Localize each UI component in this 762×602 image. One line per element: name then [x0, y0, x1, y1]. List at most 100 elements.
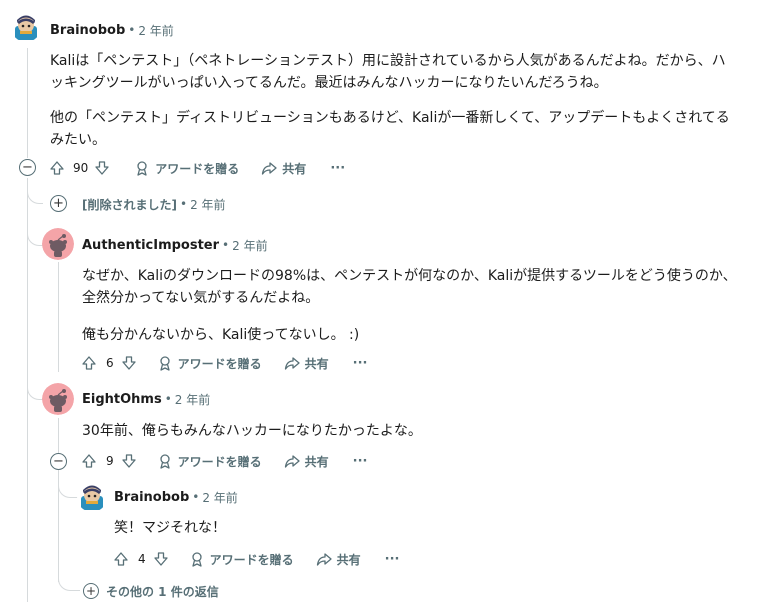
share-label: 共有 [304, 356, 329, 371]
more-options-button[interactable]: ··· [385, 552, 400, 567]
more-options-button[interactable]: ··· [330, 161, 345, 176]
comment-actions: 90 アワードを贈る 共有 ··· [49, 156, 345, 180]
vote-count: 4 [138, 552, 146, 566]
timestamp[interactable]: 2 年前 [190, 196, 225, 213]
award-label: アワードを贈る [155, 161, 240, 176]
share-icon [316, 553, 332, 566]
share-button[interactable]: 共有 [284, 355, 329, 372]
downvote-button[interactable] [121, 453, 137, 469]
comment-paragraph: 30年前、俺らもみんなハッカーになりたかったよな。 [82, 423, 422, 439]
comment-body: 笑！マジそれな！ [114, 517, 734, 539]
comment-paragraph: なぜか、Kaliのダウンロードの98%は、ペンテストが何なのか、Kaliが提供す… [82, 268, 737, 306]
share-icon [262, 162, 277, 175]
award-label: アワードを贈る [177, 356, 262, 371]
comment-body: Kaliは「ペンテスト」（ペネトレーションテスト）用に設計されているから人気があ… [50, 50, 730, 151]
comment-actions: 6 アワードを贈る 共有 ··· [81, 351, 368, 375]
share-icon [284, 357, 300, 370]
avatar-image [77, 482, 107, 512]
avatar[interactable] [42, 228, 74, 260]
comment-paragraph: 笑！マジそれな！ [114, 520, 226, 536]
username[interactable]: EightOhms [82, 392, 162, 407]
separator-dot: • [192, 490, 200, 504]
more-icon: ··· [384, 551, 400, 567]
timestamp[interactable]: 2 年前 [138, 22, 173, 39]
comment-body: 30年前、俺らもみんなハッカーになりたかったよな。 [82, 420, 742, 442]
comment-paragraph: 俺も分かんないから、Kali使ってないし。 :) [82, 327, 360, 343]
award-button[interactable]: アワードを贈る [134, 160, 239, 177]
username[interactable]: Brainobob [114, 490, 189, 505]
thread-curve [27, 222, 43, 246]
arrow-down-icon [121, 356, 136, 370]
upvote-button[interactable] [113, 551, 129, 567]
comment-header: Brainobob • 2 年前 [50, 21, 174, 39]
comment-actions: 9 アワードを贈る 共有 ··· [81, 449, 368, 473]
avatar[interactable] [42, 383, 74, 415]
more-icon: ··· [352, 355, 368, 371]
thread-curve [27, 378, 43, 400]
arrow-down-icon [95, 161, 109, 175]
more-icon: ··· [330, 160, 346, 176]
separator-dot: • [179, 197, 188, 211]
more-options-button[interactable]: ··· [353, 454, 368, 469]
deleted-label: [削除されました] [82, 197, 177, 212]
award-button[interactable]: アワードを贈る [157, 355, 262, 372]
avatar-image [11, 12, 41, 42]
username[interactable]: Brainobob [50, 23, 125, 38]
minus-circle-icon: − [53, 454, 64, 469]
comment-header: EightOhms • 2 年前 [82, 390, 210, 408]
comment-paragraph: 他の「ペンテスト」ディストリビューションもあるけど、Kaliが一番新しくて、アッ… [50, 110, 730, 148]
comment-paragraph: Kaliは「ペンテスト」（ペネトレーションテスト）用に設計されているから人気があ… [50, 53, 726, 91]
thread-line-root[interactable] [27, 48, 28, 158]
vote-count: 9 [106, 454, 114, 468]
downvote-button[interactable] [153, 551, 169, 567]
separator-dot: • [222, 238, 230, 252]
share-label: 共有 [304, 454, 329, 469]
thread-line-eightohms[interactable] [58, 418, 59, 454]
avatar[interactable] [77, 482, 107, 512]
share-button[interactable]: 共有 [261, 160, 306, 177]
avatar[interactable] [11, 12, 41, 42]
expand-button[interactable]: + [50, 195, 67, 212]
share-button[interactable]: 共有 [316, 551, 361, 568]
username[interactable]: AuthenticImposter [82, 238, 219, 253]
timestamp[interactable]: 2 年前 [175, 391, 210, 408]
award-button[interactable]: アワードを贈る [157, 453, 262, 470]
comment-body: なぜか、Kaliのダウンロードの98%は、ペンテストが何なのか、Kaliが提供す… [82, 265, 742, 346]
more-options-button[interactable]: ··· [353, 356, 368, 371]
award-icon [159, 356, 170, 371]
award-label: アワードを贈る [177, 454, 262, 469]
more-replies-link[interactable]: + その他の 1 件の返信 [83, 582, 219, 600]
share-label: 共有 [282, 161, 307, 176]
vote-count: 90 [73, 161, 89, 175]
downvote-button[interactable] [121, 355, 137, 371]
comment-actions: 4 アワードを贈る 共有 ··· [113, 547, 400, 571]
award-label: アワードを贈る [209, 552, 294, 567]
share-button[interactable]: 共有 [284, 453, 329, 470]
thread-curve [58, 474, 78, 498]
snoo-avatar-icon [42, 228, 74, 260]
minus-circle-icon: − [22, 160, 33, 175]
collapse-button[interactable]: − [50, 453, 67, 470]
arrow-up-icon [82, 454, 96, 468]
thread-curve [58, 574, 80, 591]
timestamp[interactable]: 2 年前 [202, 489, 237, 506]
upvote-button[interactable] [81, 355, 97, 371]
arrow-up-icon [50, 161, 64, 175]
downvote-button[interactable] [94, 160, 110, 176]
separator-dot: • [164, 392, 172, 406]
thread-curve [27, 184, 43, 204]
upvote-button[interactable] [81, 453, 97, 469]
collapse-button[interactable]: − [19, 159, 36, 176]
more-icon: ··· [352, 453, 368, 469]
timestamp[interactable]: 2 年前 [232, 237, 267, 254]
comment-header: Brainobob • 2 年前 [114, 488, 238, 506]
upvote-button[interactable] [49, 160, 65, 176]
more-replies-label: その他の 1 件の返信 [106, 584, 219, 599]
award-icon [159, 454, 170, 469]
arrow-up-icon [114, 552, 128, 566]
thread-line-authentic[interactable] [58, 262, 59, 372]
deleted-comment-header: [削除されました] • 2 年前 [82, 195, 226, 213]
award-button[interactable]: アワードを贈る [189, 551, 294, 568]
comment-header: AuthenticImposter • 2 年前 [82, 236, 268, 254]
separator-dot: • [128, 23, 136, 37]
